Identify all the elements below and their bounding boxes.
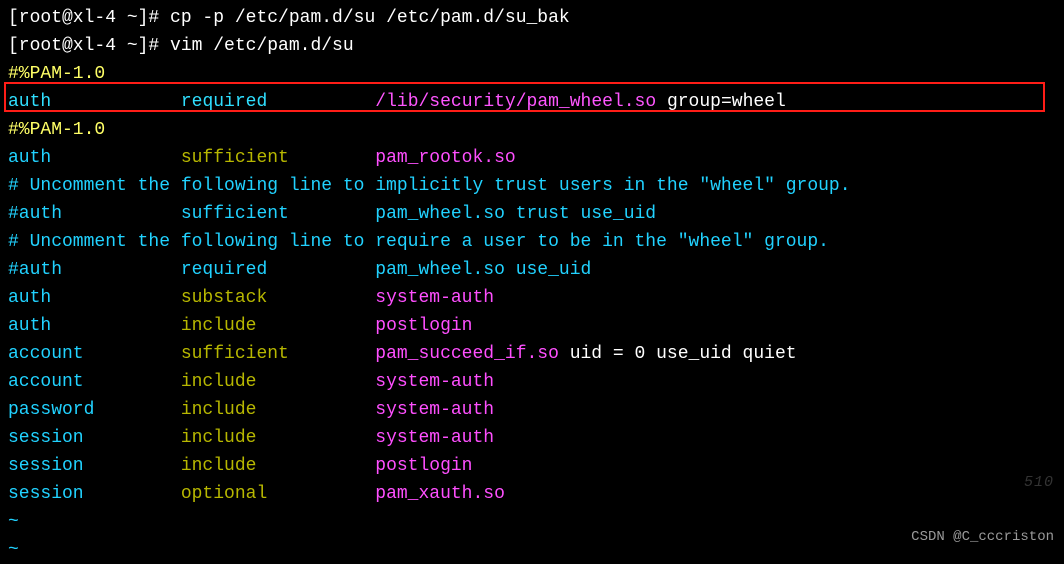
pam-control: include [181,456,375,476]
pam-module: system-auth [375,428,494,448]
pam-line: account sufficient pam_succeed_if.so uid… [8,340,1056,368]
pam-type: auth [8,92,181,112]
pam-header: #%PAM-1.0 [8,60,1056,88]
pam-module: pam_rootok.so [375,148,515,168]
pam-type: auth [8,316,181,336]
pam-control: sufficient [181,148,375,168]
pam-type: #auth [8,204,181,224]
pam-line: password include system-auth [8,396,1056,424]
prompt-prefix: [root@xl-4 ~]# [8,36,170,56]
pam-line: # Uncomment the following line to requir… [8,228,1056,256]
command-text: cp -p /etc/pam.d/su /etc/pam.d/su_bak [170,8,570,28]
pam-control: include [181,372,375,392]
shell-prompt-line-1: [root@xl-4 ~]# cp -p /etc/pam.d/su /etc/… [8,4,1056,32]
pam-module: postlogin [375,456,472,476]
pam-line: session optional pam_xauth.so [8,480,1056,508]
pam-line: #auth sufficient pam_wheel.so trust use_… [8,200,1056,228]
pam-module: system-auth [375,288,494,308]
pam-module: system-auth [375,372,494,392]
pam-line: session include postlogin [8,452,1056,480]
pam-module: system-auth [375,400,494,420]
vim-tilde: ~ [8,508,1056,536]
pam-line-highlighted: auth required /lib/security/pam_wheel.so… [8,88,1056,116]
pam-control: include [181,316,375,336]
pam-module: pam_succeed_if.so [375,344,559,364]
pam-control: required [181,92,375,112]
pam-line: auth substack system-auth [8,284,1056,312]
pam-module: pam_wheel.so trust use_uid [375,204,656,224]
pam-control: substack [181,288,375,308]
pam-header: #%PAM-1.0 [8,116,1056,144]
pam-type: auth [8,148,181,168]
pam-control: required [181,260,375,280]
pam-line: auth sufficient pam_rootok.so [8,144,1056,172]
pam-module: pam_xauth.so [375,484,505,504]
vim-tilde: ~ [8,536,1056,564]
pam-control: sufficient [181,344,375,364]
pam-control: optional [181,484,375,504]
pam-control: sufficient [181,204,375,224]
pam-line: auth include postlogin [8,312,1056,340]
pam-body: auth sufficient pam_rootok.so# Uncomment… [8,144,1056,508]
pam-module: pam_wheel.so use_uid [375,260,591,280]
pam-type: session [8,456,181,476]
pam-control: include [181,428,375,448]
pam-line: #auth required pam_wheel.so use_uid [8,256,1056,284]
pam-line: session include system-auth [8,424,1056,452]
pam-args: uid = 0 use_uid quiet [559,344,797,364]
pam-module: /lib/security/pam_wheel.so [375,92,656,112]
pam-type: session [8,484,181,504]
watermark-text: 510 [1024,469,1054,497]
pam-type: account [8,344,181,364]
pam-line: # Uncomment the following line to implic… [8,172,1056,200]
pam-type: account [8,372,181,392]
pam-type: password [8,400,181,420]
shell-prompt-line-2: [root@xl-4 ~]# vim /etc/pam.d/su [8,32,1056,60]
credit-text: CSDN @C_cccriston [911,523,1054,551]
pam-type: session [8,428,181,448]
pam-module: postlogin [375,316,472,336]
terminal-output: [root@xl-4 ~]# cp -p /etc/pam.d/su /etc/… [8,4,1056,564]
command-text: vim /etc/pam.d/su [170,36,354,56]
prompt-prefix: [root@xl-4 ~]# [8,8,170,28]
pam-type: #auth [8,260,181,280]
pam-args: group=wheel [656,92,786,112]
pam-line: account include system-auth [8,368,1056,396]
pam-type: auth [8,288,181,308]
pam-control: include [181,400,375,420]
